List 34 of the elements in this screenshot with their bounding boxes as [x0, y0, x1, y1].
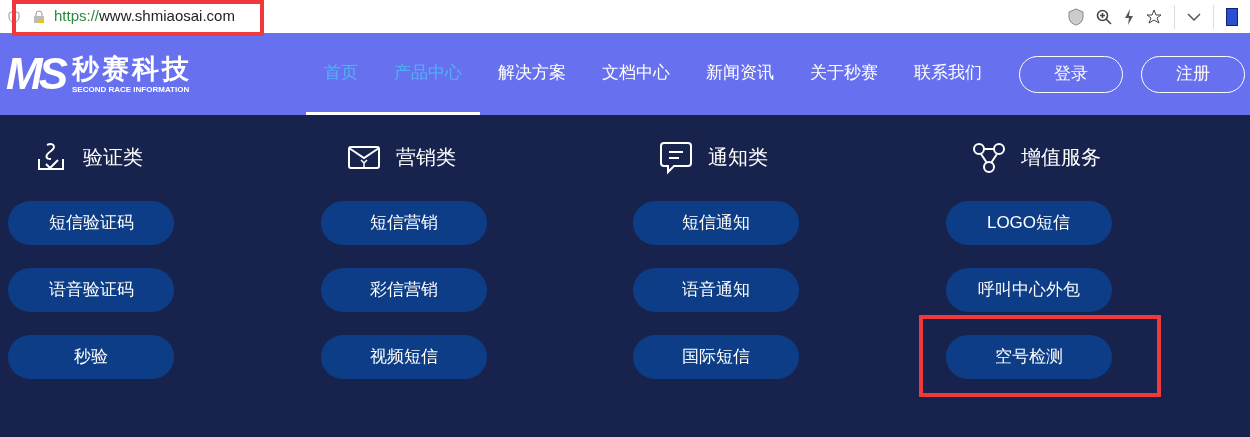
chevron-down-icon[interactable]	[1187, 12, 1201, 21]
product-button[interactable]: 彩信营销	[320, 268, 487, 312]
product-button[interactable]: LOGO短信	[945, 201, 1112, 245]
url-text[interactable]: https://www.shmiaosai.com	[54, 5, 235, 28]
chat-icon	[658, 139, 694, 175]
product-button[interactable]: 空号检测	[945, 335, 1112, 379]
extension-icon[interactable]	[1226, 7, 1238, 26]
nav-link[interactable]: 新闻资讯	[688, 33, 792, 115]
logo-mark: MS	[6, 52, 64, 96]
shield-icon	[8, 9, 20, 24]
category-title: 通知类	[708, 145, 768, 170]
nav-link[interactable]: 关于秒赛	[792, 33, 896, 115]
shield-icon[interactable]	[1068, 7, 1084, 26]
logo-name: 秒赛科技	[72, 53, 192, 85]
product-button[interactable]: 国际短信	[633, 335, 799, 379]
product-button[interactable]: 语音通知	[633, 268, 799, 312]
star-icon[interactable]	[1146, 8, 1162, 25]
category-title: 增值服务	[1020, 145, 1101, 170]
product-button[interactable]: 视频短信	[320, 335, 487, 379]
nav-link[interactable]: 联系我们	[896, 33, 1000, 115]
zoom-icon[interactable]	[1096, 8, 1112, 25]
product-button[interactable]: 短信通知	[633, 201, 799, 245]
category-title: 营销类	[395, 145, 456, 170]
lock-warning-icon	[32, 9, 46, 24]
product-button[interactable]: 短信验证码	[8, 201, 174, 245]
nav-link[interactable]: 文档中心	[584, 33, 688, 115]
lightning-icon[interactable]	[1124, 8, 1134, 25]
logo-tagline: SECOND RACE INFORMATION	[72, 85, 191, 95]
product-button[interactable]: 呼叫中心外包	[945, 268, 1112, 312]
product-button[interactable]: 秒验	[8, 335, 174, 379]
product-button[interactable]: 语音验证码	[8, 268, 174, 312]
category-title: 验证类	[83, 145, 143, 170]
nav-link[interactable]: 解决方案	[480, 33, 584, 115]
product-button[interactable]: 短信营销	[320, 201, 487, 245]
